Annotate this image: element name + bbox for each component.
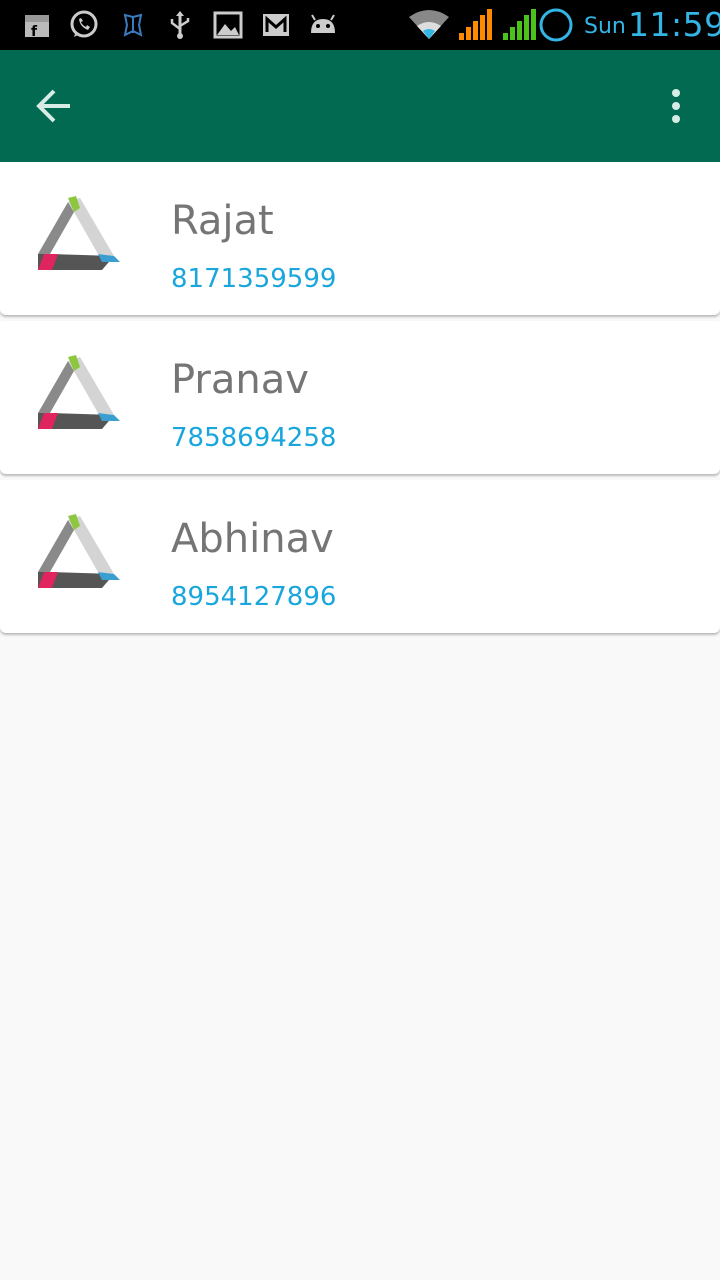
contact-card[interactable]: Rajat 8171359599 [0,162,720,315]
svg-text:f: f [31,24,38,40]
image-icon [213,11,243,39]
contact-phone[interactable]: 8954127896 [171,582,336,612]
shop-icon: f [25,15,49,40]
wifi-icon [409,10,449,39]
overflow-menu-button[interactable] [656,78,696,134]
contact-card[interactable]: Abhinav 8954127896 [0,480,720,633]
triangle-logo-icon [38,514,120,588]
status-time: 11:59 [628,5,720,44]
triangle-logo-icon [38,355,120,429]
contact-phone[interactable]: 8171359599 [171,264,336,294]
whatsapp-icon [70,10,98,38]
more-vert-icon [672,89,680,123]
contact-name: Pranav [171,357,309,403]
status-bar: f Sun 11:59 [0,0,720,50]
contact-name: Rajat [171,198,274,244]
android-icon [311,14,335,33]
status-day: Sun [584,14,626,39]
triangle-logo-icon [38,196,120,270]
usb-icon [170,11,190,39]
butterfly-icon [123,13,143,37]
signal-orange-icon [459,9,492,40]
contact-card[interactable]: Pranav 7858694258 [0,321,720,474]
gmail-icon [263,14,289,36]
signal-green-icon [503,9,536,40]
arrow-left-icon [36,89,70,123]
contact-name: Abhinav [171,516,334,562]
app-bar [0,50,720,162]
circle-icon [539,8,573,42]
contact-phone[interactable]: 7858694258 [171,423,336,453]
back-button[interactable] [26,78,86,134]
